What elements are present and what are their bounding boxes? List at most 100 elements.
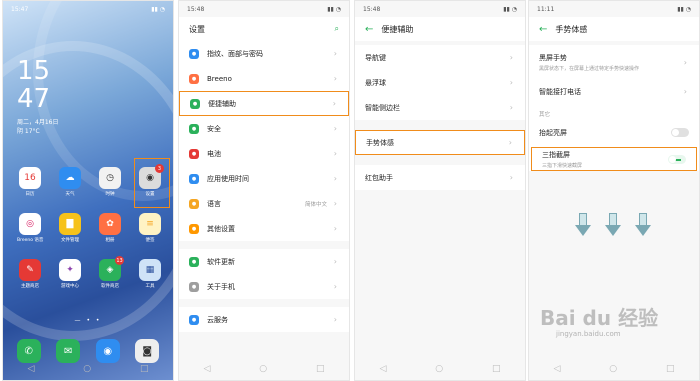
gesture-header: ← 手势体感 xyxy=(529,17,699,41)
assist-item[interactable]: 悬浮球 › xyxy=(355,70,525,95)
settings-item[interactable]: ● 语言 简体中文 › xyxy=(179,191,349,216)
settings-item[interactable]: ● 便捷辅助 › xyxy=(179,91,349,116)
app-icon-graphic: ◷ xyxy=(99,167,121,189)
settings-item[interactable]: ● 安全 › xyxy=(179,116,349,141)
assist-item[interactable]: 红包助手 › xyxy=(355,165,525,190)
settings-item[interactable]: ● Breeno › xyxy=(179,66,349,91)
watermark-url: jingyan.baidu.com xyxy=(556,330,621,338)
app-label: 日历 xyxy=(25,192,35,197)
assist-item-label: 智能侧边栏 xyxy=(365,103,400,112)
home-icon[interactable]: ○ xyxy=(609,364,617,374)
row-label: 三指截屏 xyxy=(542,150,570,159)
settings-item-label: 关于手机 xyxy=(207,282,235,291)
settings-item-icon: ● xyxy=(190,98,200,109)
status-bar: 15:48 ▮▮ ◔ xyxy=(355,1,525,17)
chevron-right-icon: › xyxy=(332,99,336,108)
row-label: 黑屏手势 xyxy=(539,53,567,62)
settings-highlight xyxy=(134,158,170,208)
app-icon-10[interactable]: ◈ 13 软件商店 xyxy=(97,256,124,289)
settings-item-label: 应用使用时间 xyxy=(207,174,249,183)
settings-item-icon: ● xyxy=(189,173,199,184)
date-weather: 周二，4月16日 阴 17°C xyxy=(17,118,58,136)
settings-group: ● 指纹、面部与密码 › ● Breeno › ● 便捷辅助 › ● 安全 › ● 电池 › ● 应用使用时间 ›… xyxy=(179,41,349,241)
back-icon[interactable]: ◁ xyxy=(553,364,560,374)
recent-icon[interactable]: □ xyxy=(492,364,501,374)
app-icon-graphic: ▇ xyxy=(59,213,81,235)
settings-item-label: 安全 xyxy=(207,124,221,133)
settings-item[interactable]: ● 关于手机 › xyxy=(179,274,349,299)
app-label: 天气 xyxy=(65,192,75,197)
app-label: 文件管理 xyxy=(61,238,79,243)
back-arrow-icon[interactable]: ← xyxy=(365,24,373,35)
assist-item[interactable]: 导航键 › xyxy=(355,45,525,70)
status-time: 15:48 xyxy=(187,5,205,13)
settings-item-icon: ● xyxy=(189,281,199,292)
status-bar: 11:11 ▮▮ ◔ xyxy=(529,1,699,17)
settings-item[interactable]: ● 软件更新 › xyxy=(179,249,349,274)
nav-bar: ◁ ○ □ xyxy=(179,358,349,380)
app-icon-2[interactable]: ◷ 时钟 xyxy=(97,167,123,197)
raise-wake-toggle[interactable] xyxy=(671,128,689,137)
settings-item[interactable]: ● 其他设置 › xyxy=(179,216,349,241)
app-icon-0[interactable]: 16 日历 xyxy=(17,167,43,197)
search-icon[interactable]: ⌕ xyxy=(335,24,339,34)
assist-list: 导航键 › 悬浮球 › 智能侧边栏 › 手势体感 › 红包助手 › xyxy=(355,41,525,190)
back-icon[interactable]: ◁ xyxy=(203,364,210,374)
clock-minute: 47 xyxy=(17,84,51,114)
chevron-right-icon: › xyxy=(333,282,337,291)
home-icon[interactable]: ○ xyxy=(259,364,267,374)
home-icon[interactable]: ○ xyxy=(435,364,443,374)
settings-item[interactable]: ● 云服务 › xyxy=(179,307,349,332)
settings-item-icon: ● xyxy=(189,148,199,159)
page-title: 设置 xyxy=(189,24,205,34)
recent-icon[interactable]: □ xyxy=(666,364,675,374)
settings-item[interactable]: ● 指纹、面部与密码 › xyxy=(179,41,349,66)
assist-item[interactable]: 手势体感 › xyxy=(355,130,525,155)
assist-item-label: 导航键 xyxy=(365,53,386,62)
chevron-right-icon: › xyxy=(509,173,513,182)
chevron-right-icon: › xyxy=(509,78,513,87)
date-text: 周二，4月16日 xyxy=(17,119,59,126)
nav-bar: ◁ ○ □ xyxy=(3,358,173,380)
settings-item-label: 指纹、面部与密码 xyxy=(207,49,263,58)
app-icon-8[interactable]: ✎ 主题商店 xyxy=(17,259,43,289)
black-screen-gesture-row[interactable]: 黑屏手势 黑屏状态下，在屏幕上通过特定手势快速操作 › xyxy=(529,45,699,79)
app-icon-11[interactable]: ▦ 工具 xyxy=(137,259,163,289)
back-icon[interactable]: ◁ xyxy=(27,364,34,374)
app-icon-graphic: ✿ xyxy=(99,213,121,235)
three-finger-screenshot-row: 三指截屏 三指下滑快速截屏 xyxy=(531,147,697,171)
status-icons: ▮▮ ◔ xyxy=(327,5,341,13)
recent-icon[interactable]: □ xyxy=(316,364,325,374)
chevron-right-icon: › xyxy=(509,103,513,112)
settings-item[interactable]: ● 应用使用时间 › xyxy=(179,166,349,191)
app-label: 相册 xyxy=(105,238,115,243)
assist-item[interactable]: 智能侧边栏 › xyxy=(355,95,525,120)
settings-item[interactable]: ● 电池 › xyxy=(179,141,349,166)
app-icon-9[interactable]: ✦ 游戏中心 xyxy=(57,259,83,289)
app-label: 便签 xyxy=(145,238,155,243)
app-icon-7[interactable]: ≡ 便签 xyxy=(137,213,163,243)
app-icon-graphic: ▦ xyxy=(139,259,161,281)
assist-group: 导航键 › 悬浮球 › 智能侧边栏 › xyxy=(355,45,525,120)
assist-screen: 15:48 ▮▮ ◔ ← 便捷辅助 导航键 › 悬浮球 › 智能侧边栏 › 手势体感 › 红包助手 ›… xyxy=(354,0,526,381)
chevron-right-icon: › xyxy=(333,224,337,233)
recent-icon[interactable]: □ xyxy=(140,364,149,374)
back-icon[interactable]: ◁ xyxy=(379,364,386,374)
assist-group: 红包助手 › xyxy=(355,165,525,190)
settings-item-icon: ● xyxy=(189,48,199,59)
back-arrow-icon[interactable]: ← xyxy=(539,24,547,35)
clock-hour: 15 xyxy=(17,56,51,86)
app-icon-5[interactable]: ▇ 文件管理 xyxy=(57,213,83,243)
smart-call-row[interactable]: 智能接打电话 › xyxy=(529,79,699,104)
home-icon[interactable]: ○ xyxy=(83,364,91,374)
home-screen: 15:47 ▮▮ ◔ 15 47 周二，4月16日 阴 17°C 16 日历 ☁ 天气 ◷… xyxy=(2,0,174,381)
status-time: 15:48 xyxy=(363,5,381,13)
status-icons: ▮▮ ◔ xyxy=(503,5,517,13)
app-icon-6[interactable]: ✿ 相册 xyxy=(97,213,123,243)
three-finger-toggle[interactable] xyxy=(668,155,686,164)
section-header: 其它 xyxy=(529,104,699,120)
assist-item-label: 悬浮球 xyxy=(365,78,386,87)
chevron-right-icon: › xyxy=(683,87,687,96)
app-icon-4[interactable]: ◎ Breeno 语音 xyxy=(17,213,43,243)
app-icon-1[interactable]: ☁ 天气 xyxy=(57,167,83,197)
